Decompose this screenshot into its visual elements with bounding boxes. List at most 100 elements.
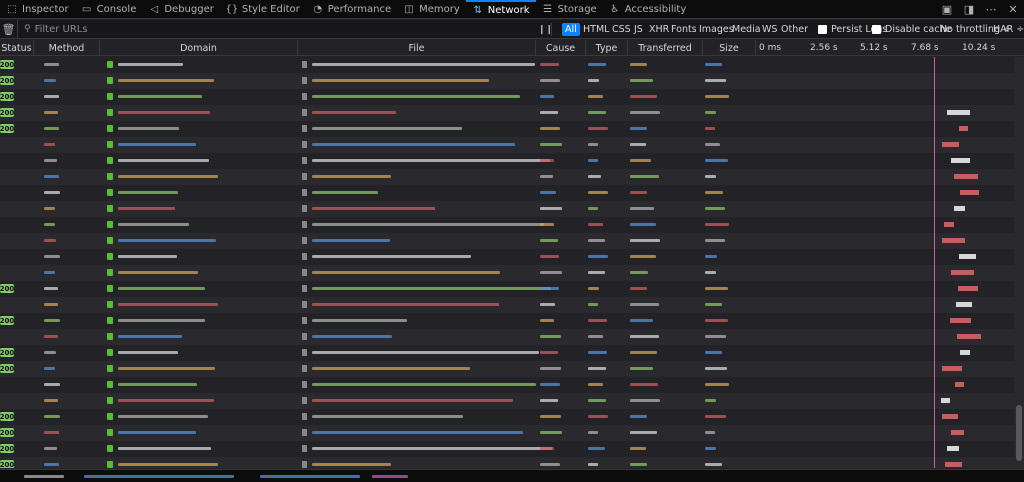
domain-text (118, 255, 177, 258)
type-text (588, 255, 608, 258)
size-text (705, 111, 716, 114)
pause-button[interactable]: ❙❙ (538, 23, 553, 36)
filter-css-button[interactable]: CSS (609, 23, 634, 36)
size-text (705, 127, 715, 130)
request-row[interactable]: 200 (0, 313, 1014, 329)
file-type-icon (302, 205, 307, 212)
request-row[interactable]: 200 (0, 121, 1014, 137)
request-row[interactable]: 200 (0, 57, 1014, 73)
split-console-icon[interactable]: ◨ (962, 3, 976, 17)
size-text (705, 383, 729, 386)
file-text (312, 351, 539, 354)
type-text (588, 399, 606, 402)
status-badge: 200 (0, 444, 15, 453)
request-row[interactable] (0, 185, 1014, 201)
status-badge: 200 (0, 284, 15, 293)
request-row[interactable] (0, 393, 1014, 409)
tab-console[interactable]: ▭ Console (75, 0, 143, 19)
filter-all-button[interactable]: All (562, 23, 580, 36)
column-method[interactable]: Method (34, 40, 100, 56)
cause-text (540, 335, 561, 338)
transferred-text (630, 223, 656, 226)
debugger-icon: ◁ (150, 3, 159, 15)
file-type-icon (302, 461, 307, 468)
type-text (588, 63, 606, 66)
tab-accessibility[interactable]: ♿ Accessibility (603, 0, 693, 19)
more-options-icon[interactable]: ⋯ (984, 3, 998, 17)
request-row[interactable]: 200 (0, 73, 1014, 89)
type-text (588, 287, 599, 290)
tab-style-editor[interactable]: {} Style Editor (220, 0, 306, 19)
vertical-scrollbar[interactable] (1014, 57, 1024, 468)
filter-other-button[interactable]: Other (778, 23, 811, 36)
network-summary-bar (0, 469, 1024, 482)
filter-html-button[interactable]: HTML (580, 23, 612, 36)
close-icon[interactable]: ✕ (1006, 3, 1020, 17)
file-type-icon (302, 397, 307, 404)
filter-js-button[interactable]: JS (631, 23, 646, 36)
request-row[interactable] (0, 265, 1014, 281)
request-row[interactable] (0, 377, 1014, 393)
dock-icon[interactable]: ▣ (940, 3, 954, 17)
transferred-text (630, 351, 657, 354)
filter-icon: ⚲ (24, 24, 31, 34)
request-row[interactable] (0, 217, 1014, 233)
transferred-text (630, 271, 648, 274)
waterfall-bar (956, 302, 972, 307)
size-text (705, 271, 716, 274)
tab-network[interactable]: ⇅ Network (465, 0, 536, 19)
checkbox-box (872, 25, 881, 34)
request-row[interactable]: 200 (0, 409, 1014, 425)
request-row[interactable]: 200 (0, 441, 1014, 457)
column-file[interactable]: File (298, 40, 536, 56)
request-row[interactable]: 200 (0, 345, 1014, 361)
tab-memory[interactable]: ◫ Memory (397, 0, 466, 19)
domain-text (118, 143, 196, 146)
clear-button[interactable]: 🗑 (0, 19, 18, 39)
column-type[interactable]: Type (586, 40, 628, 56)
type-text (588, 351, 607, 354)
size-text (705, 431, 715, 434)
size-text (705, 319, 728, 322)
transferred-text (630, 287, 647, 290)
request-row[interactable]: 200 (0, 105, 1014, 121)
filter-fonts-button[interactable]: Fonts (668, 23, 700, 36)
column-size[interactable]: Size (703, 40, 756, 56)
type-text (588, 271, 605, 274)
method-text (44, 207, 55, 210)
file-type-icon (302, 269, 307, 276)
type-text (588, 383, 603, 386)
column-status[interactable]: Status (0, 40, 34, 56)
filter-urls-input[interactable]: ⚲ Filter URLs (18, 20, 538, 39)
har-menu[interactable]: HAR ÷ (993, 23, 1024, 36)
request-row[interactable]: 200 (0, 361, 1014, 377)
tab-performance[interactable]: ◔ Performance (306, 0, 397, 19)
request-row[interactable] (0, 329, 1014, 345)
column-transferred[interactable]: Transferred (628, 40, 703, 56)
type-text (588, 175, 601, 178)
request-row[interactable] (0, 137, 1014, 153)
file-type-icon (302, 317, 307, 324)
type-text (588, 191, 608, 194)
request-row[interactable] (0, 249, 1014, 265)
request-row[interactable] (0, 201, 1014, 217)
domain-text (118, 415, 208, 418)
tab-list: ⬚ Inspector ▭ Console ◁ Debugger {} Style Edito… (0, 0, 692, 19)
transferred-text (630, 431, 657, 434)
request-row[interactable]: 200 (0, 281, 1014, 297)
request-row[interactable] (0, 233, 1014, 249)
scrollbar-thumb[interactable] (1016, 405, 1022, 461)
request-row[interactable] (0, 297, 1014, 313)
request-row[interactable] (0, 153, 1014, 169)
tab-storage[interactable]: ☰ Storage (536, 0, 603, 19)
domain-text (118, 191, 178, 194)
column-cause[interactable]: Cause (536, 40, 586, 56)
request-row[interactable]: 200 (0, 89, 1014, 105)
request-row[interactable] (0, 169, 1014, 185)
tab-inspector[interactable]: ⬚ Inspector (0, 0, 75, 19)
column-domain[interactable]: Domain (100, 40, 298, 56)
request-row[interactable]: 200 (0, 457, 1014, 468)
tab-debugger[interactable]: ◁ Debugger (142, 0, 220, 19)
status-badge: 200 (0, 412, 15, 421)
request-row[interactable]: 200 (0, 425, 1014, 441)
